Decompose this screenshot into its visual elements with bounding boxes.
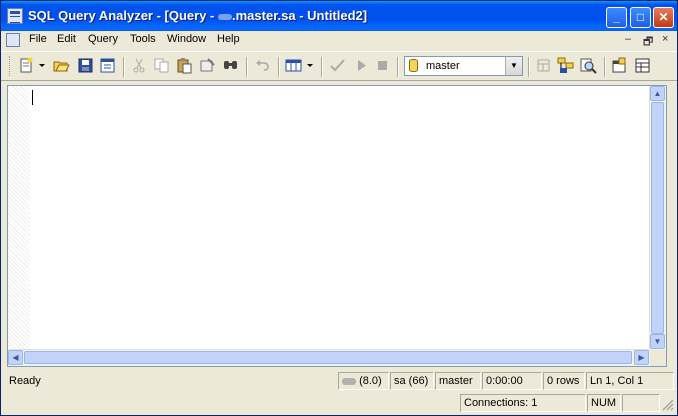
parse-icon[interactable] <box>329 57 346 74</box>
scroll-up-button[interactable]: ▲ <box>650 86 665 101</box>
results-mode-icon[interactable] <box>285 57 302 74</box>
cut-icon[interactable] <box>131 57 148 74</box>
status-user: sa (66) <box>390 372 434 390</box>
scroll-right-button[interactable]: ▶ <box>634 350 649 365</box>
status-bar-secondary: Connections: 1 NUM <box>1 394 677 413</box>
load-script-icon[interactable] <box>99 57 116 74</box>
maximize-button[interactable]: □ <box>630 7 651 28</box>
status-blank <box>5 394 459 412</box>
menu-help[interactable]: Help <box>217 33 240 45</box>
vertical-scroll-thumb[interactable] <box>651 102 664 334</box>
status-empty-pane <box>622 394 660 412</box>
app-icon[interactable] <box>7 8 23 24</box>
toolbar-grip[interactable] <box>9 56 13 76</box>
status-ready: Ready <box>9 375 41 387</box>
query-editor[interactable]: ▲ ▼ ◀ ▶ <box>7 85 667 367</box>
execute-icon[interactable] <box>353 57 370 74</box>
editor-gutter <box>8 86 30 350</box>
status-row-count: 0 rows <box>543 372 585 390</box>
object-browser-icon[interactable] <box>557 57 574 74</box>
redacted-server-name <box>218 13 232 20</box>
dropdown-arrow-icon[interactable] <box>306 57 315 74</box>
find-icon[interactable] <box>222 57 239 74</box>
save-icon[interactable] <box>77 57 94 74</box>
status-bar: Ready (8.0) sa (66) master 0:00:00 0 row… <box>1 372 677 391</box>
horizontal-scrollbar[interactable]: ◀ ▶ <box>8 349 650 366</box>
resize-grip-icon[interactable] <box>662 399 674 411</box>
new-query-icon[interactable] <box>18 57 35 74</box>
status-connections: Connections: 1 <box>460 394 586 412</box>
minimize-button[interactable]: _ <box>606 7 627 28</box>
chevron-down-icon[interactable]: ▼ <box>505 57 522 75</box>
toolbar-separator <box>528 57 530 77</box>
cancel-icon[interactable] <box>374 57 391 74</box>
database-select-value: master <box>426 60 460 72</box>
menu-bar: File Edit Query Tools Window Help – 🗗 × <box>1 31 677 50</box>
paste-icon[interactable] <box>176 57 193 74</box>
undo-icon[interactable] <box>254 57 271 74</box>
mdi-close-button[interactable]: × <box>662 33 668 45</box>
menu-file[interactable]: File <box>29 33 47 45</box>
menu-window[interactable]: Window <box>167 33 206 45</box>
toolbar-separator <box>278 57 280 77</box>
open-icon[interactable] <box>53 57 70 74</box>
toolbar-separator <box>397 57 399 77</box>
status-cursor-position: Ln 1, Col 1 <box>586 372 674 390</box>
mdi-minimize-button[interactable]: – <box>625 33 631 45</box>
scroll-down-button[interactable]: ▼ <box>650 334 665 349</box>
toolbar-separator <box>246 57 248 77</box>
menu-tools[interactable]: Tools <box>130 33 156 45</box>
scroll-left-button[interactable]: ◀ <box>8 350 23 365</box>
copy-icon[interactable] <box>153 57 170 74</box>
text-caret <box>32 90 33 105</box>
close-button[interactable]: ✕ <box>653 7 674 28</box>
window-title: SQL Query Analyzer - [Query - .master.sa… <box>28 8 368 23</box>
vertical-scrollbar[interactable]: ▲ ▼ <box>649 86 666 350</box>
status-num-lock: NUM <box>587 394 621 412</box>
scrollbar-corner <box>650 350 666 366</box>
app-window: SQL Query Analyzer - [Query - .master.sa… <box>0 0 678 416</box>
object-search-icon[interactable] <box>580 57 597 74</box>
database-select[interactable]: master ▼ <box>404 56 523 76</box>
connection-properties-icon[interactable] <box>611 57 628 74</box>
status-elapsed-time: 0:00:00 <box>482 372 542 390</box>
toolbar-separator <box>123 57 125 77</box>
redacted-server-name <box>342 377 356 385</box>
menu-query[interactable]: Query <box>88 33 118 45</box>
status-server: (8.0) <box>338 372 389 390</box>
display-plan-icon[interactable] <box>535 57 552 74</box>
toolbar-separator <box>321 57 323 77</box>
menu-edit[interactable]: Edit <box>57 33 76 45</box>
clear-window-icon[interactable] <box>199 57 216 74</box>
toolbar-separator <box>604 57 606 77</box>
toolbar: master ▼ <box>1 51 677 81</box>
document-icon[interactable] <box>6 33 20 47</box>
title-bar[interactable]: SQL Query Analyzer - [Query - .master.sa… <box>1 1 677 31</box>
database-icon <box>409 59 418 72</box>
horizontal-scroll-thumb[interactable] <box>24 351 632 364</box>
status-database: master <box>435 372 481 390</box>
mdi-restore-button[interactable]: 🗗 <box>643 33 653 52</box>
dropdown-arrow-icon[interactable] <box>38 57 47 74</box>
show-results-pane-icon[interactable] <box>634 57 651 74</box>
